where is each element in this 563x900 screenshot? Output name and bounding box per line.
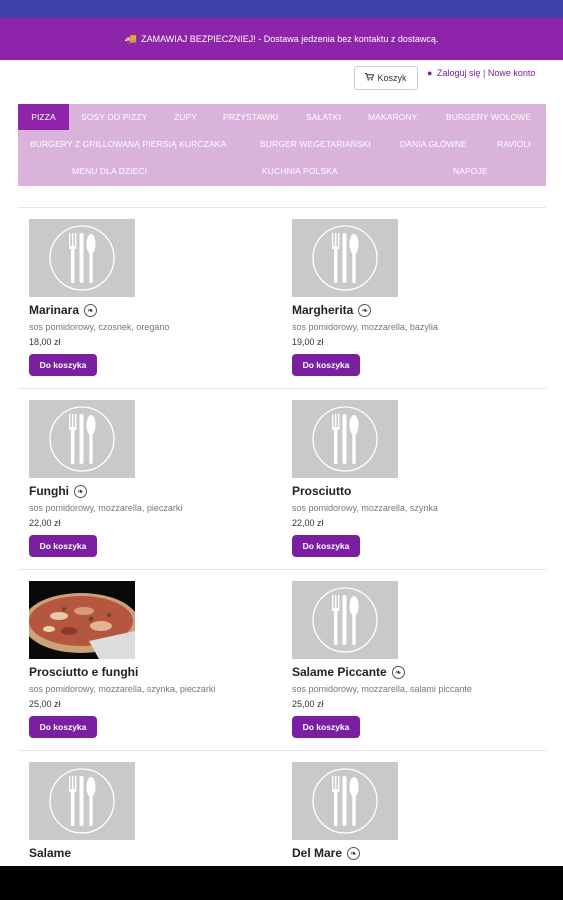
product-name[interactable]: Salame [29, 846, 71, 860]
nav-item-menu-dla-dzieci[interactable]: MENU DLA DZIECI [72, 166, 147, 176]
nav-item-makarony[interactable]: MAKARONY [368, 112, 417, 122]
product-name[interactable]: Funghi ❧ [29, 484, 87, 498]
product-price: 25,00 zł [292, 699, 324, 709]
cutlery-icon[interactable] [292, 762, 398, 840]
nav-item-dania-glowne[interactable]: DANIA GŁÓWNE [400, 139, 467, 149]
product-name[interactable]: Marinara ❧ [29, 303, 98, 317]
cutlery-icon[interactable] [29, 762, 135, 840]
cutlery-icon[interactable] [292, 219, 398, 297]
product-price: 18,00 zł [29, 337, 61, 347]
pizza-photo[interactable] [29, 581, 135, 659]
cart-icon [365, 73, 375, 83]
leaf-icon: ❧ [358, 303, 372, 317]
leaf-icon: ❧ [73, 484, 87, 498]
product-card: Prosciutto e funghi sos pomidorowy, mozz… [29, 581, 279, 751]
product-description: sos pomidorowy, czosnek, oregano [29, 322, 170, 332]
account-links: ● Zaloguj się | Nowe konto [427, 68, 535, 78]
top-bar: Koszyk ● Zaloguj się | Nowe konto [0, 60, 563, 100]
cutlery-icon[interactable] [29, 400, 135, 478]
leaf-icon: ❧ [84, 303, 98, 317]
cart-label: Koszyk [377, 73, 407, 83]
product-price: 22,00 zł [292, 518, 324, 528]
product-name[interactable]: Salame Piccante ❧ [292, 665, 405, 679]
nav-item-kuchnia-polska[interactable]: KUCHNIA POLSKA [262, 166, 338, 176]
status-bar [0, 0, 563, 18]
product-card: Margherita ❧ sos pomidorowy, mozzarella, … [292, 219, 542, 389]
register-link[interactable]: Nowe konto [488, 68, 536, 78]
nav-item-pizza[interactable]: PIZZA [18, 104, 69, 130]
account-separator: | [483, 68, 486, 78]
nav-item-burgery-kurczak[interactable]: BURGERY Z GRILLOWANĄ PIERSIĄ KURCZAKA [30, 139, 226, 149]
product-description: sos pomidorowy, mozzarella, szynka [292, 503, 438, 513]
product-description: sos pomidorowy, mozzarella, pieczarki [29, 503, 183, 513]
product-name[interactable]: Margherita ❧ [292, 303, 372, 317]
cart-button[interactable]: Koszyk [354, 66, 418, 90]
add-to-cart-button[interactable]: Do koszyka [292, 354, 360, 376]
product-description: sos pomidorowy, mozzarella, salami picca… [292, 684, 472, 694]
cutlery-icon[interactable] [292, 581, 398, 659]
product-card: Marinara ❧ sos pomidorowy, czosnek, orega… [29, 219, 279, 389]
leaf-icon: ❧ [391, 665, 405, 679]
truck-icon: 🚚 [124, 33, 138, 45]
add-to-cart-button[interactable]: Do koszyka [292, 535, 360, 557]
add-to-cart-button[interactable]: Do koszyka [29, 535, 97, 557]
leaf-icon: ❧ [347, 846, 361, 860]
banner-text: ZAMAWIAJ BEZPIECZNIEJ! - Dostawa jedzeni… [141, 34, 439, 44]
add-to-cart-button[interactable]: Do koszyka [29, 716, 97, 738]
product-card: Prosciutto sos pomidorowy, mozzarella, s… [292, 400, 542, 570]
category-nav: PIZZA SOSY DO PIZZY ZUPY PRZYSTAWKI SAŁA… [18, 104, 546, 186]
product-price: 22,00 zł [29, 518, 61, 528]
cutlery-icon[interactable] [29, 219, 135, 297]
product-price: 25,00 zł [29, 699, 61, 709]
nav-item-burgery-wolowe[interactable]: BURGERY WOŁOWE [446, 112, 531, 122]
add-to-cart-button[interactable]: Do koszyka [292, 716, 360, 738]
safety-banner: 🚚 ZAMAWIAJ BEZPIECZNIEJ! - Dostawa jedze… [0, 18, 563, 60]
product-card: Salame Piccante ❧ sos pomidorowy, mozzare… [292, 581, 542, 751]
product-name[interactable]: Del Mare ❧ [292, 846, 361, 860]
product-card: Funghi ❧ sos pomidorowy, mozzarella, piec… [29, 400, 279, 570]
divider [18, 207, 546, 208]
navigation-bar [0, 866, 563, 900]
nav-item-zupy[interactable]: ZUPY [174, 112, 197, 122]
cutlery-icon[interactable] [292, 400, 398, 478]
nav-item-burger-wegetarianski[interactable]: BURGER WEGETARIAŃSKI [260, 139, 371, 149]
user-icon: ● [427, 68, 433, 78]
login-link[interactable]: Zaloguj się [437, 68, 481, 78]
add-to-cart-button[interactable]: Do koszyka [29, 354, 97, 376]
nav-item-sosy-do-pizzy[interactable]: SOSY DO PIZZY [81, 112, 147, 122]
nav-item-salatki[interactable]: SAŁATKI [306, 112, 341, 122]
product-price: 19,00 zł [292, 337, 324, 347]
product-description: sos pomidorowy, mozzarella, bazylia [292, 322, 438, 332]
product-name[interactable]: Prosciutto e funghi [29, 665, 138, 679]
product-name[interactable]: Prosciutto [292, 484, 351, 498]
nav-item-przystawki[interactable]: PRZYSTAWKI [223, 112, 278, 122]
nav-item-napoje[interactable]: NAPOJE [453, 166, 488, 176]
nav-item-ravioli[interactable]: RAVIOLI [497, 139, 531, 149]
product-description: sos pomidorowy, mozzarella, szynka, piec… [29, 684, 216, 694]
